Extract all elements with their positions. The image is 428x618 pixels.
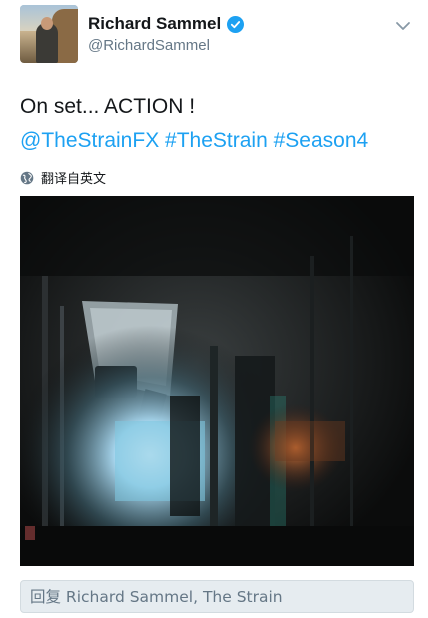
hashtag-link[interactable]: #Season4 [274,129,369,152]
mention-link[interactable]: @TheStrainFX [20,129,159,152]
tweet-entities: @TheStrainFX #TheStrain #Season4 [20,124,416,158]
avatar[interactable] [20,5,78,63]
user-handle[interactable]: @RichardSammel [88,37,210,54]
tweet-text: On set... ACTION ! @TheStrainFX #TheStra… [20,90,416,158]
tweet-text-line: On set... ACTION ! [20,95,196,118]
translate-link[interactable]: 翻译自英文 [20,168,106,187]
display-name[interactable]: Richard Sammel [88,14,221,34]
chevron-down-icon[interactable] [394,17,412,35]
hashtag-link[interactable]: #TheStrain [165,129,268,152]
globe-icon [20,171,34,184]
reply-bar[interactable] [20,580,414,613]
translate-label: 翻译自英文 [41,171,107,186]
name-row[interactable]: Richard Sammel [88,14,245,34]
tweet-photo[interactable] [20,196,414,566]
reply-input[interactable] [30,587,404,606]
tweet-header: Richard Sammel @RichardSammel [20,5,416,65]
verified-badge-icon [227,15,245,33]
